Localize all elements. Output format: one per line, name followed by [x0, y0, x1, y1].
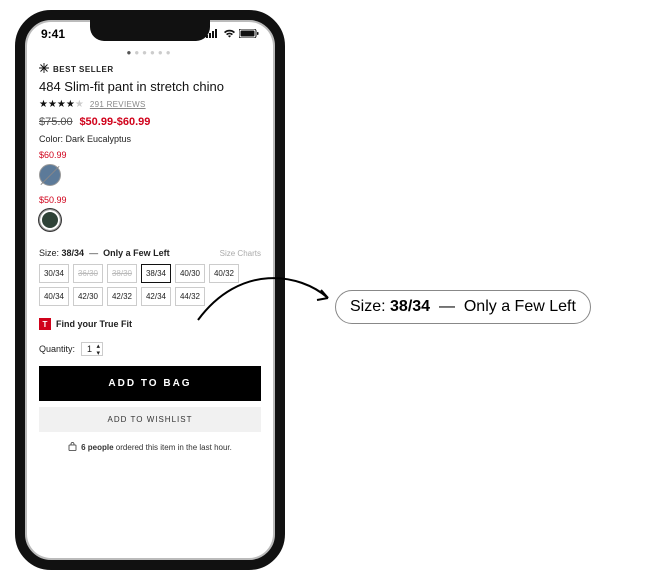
rating-row[interactable]: ★★★★★ 291 REVIEWS [39, 99, 261, 110]
quantity-select[interactable]: 1 ▴▾ [81, 342, 103, 356]
star-rating: ★★★★★ [39, 99, 84, 110]
wifi-icon [223, 27, 236, 41]
status-indicators [206, 27, 259, 41]
size-header-row: Size: 38/34 — Only a Few Left Size Chart… [39, 248, 261, 258]
social-count: 6 people [81, 443, 113, 452]
add-to-bag-button[interactable]: ADD TO BAG [39, 366, 261, 401]
size-option[interactable]: 40/32 [209, 264, 239, 283]
variant-group-1: $50.99 [39, 195, 261, 234]
size-option[interactable]: 44/32 [175, 287, 205, 306]
best-seller-badge: BEST SELLER [39, 63, 261, 75]
quantity-label: Quantity: [39, 344, 75, 354]
callout-size: 38/34 [390, 298, 430, 315]
status-time: 9:41 [41, 27, 65, 41]
color-label: Color: Dark Eucalyptus [39, 134, 261, 144]
variant-group-0: $60.99 [39, 150, 261, 189]
bag-icon [68, 442, 77, 453]
sunburst-icon [39, 63, 49, 75]
sale-price: $50.99-$60.99 [79, 116, 150, 128]
size-option[interactable]: 42/30 [73, 287, 103, 306]
size-option: 36/30 [73, 264, 103, 283]
size-grid: 30/34 36/30 38/30 38/34 40/30 40/32 40/3… [39, 264, 261, 306]
quantity-row: Quantity: 1 ▴▾ [39, 342, 261, 356]
battery-icon [239, 27, 259, 41]
size-option[interactable]: 42/34 [141, 287, 171, 306]
true-fit-label: Find your True Fit [56, 319, 132, 329]
callout-msg: Only a Few Left [464, 298, 576, 315]
size-option[interactable]: 38/34 [141, 264, 171, 283]
best-seller-text: BEST SELLER [53, 65, 114, 74]
size-option[interactable]: 42/32 [107, 287, 137, 306]
true-fit-icon: T [39, 318, 51, 330]
reviews-link[interactable]: 291 REVIEWS [90, 100, 146, 109]
original-price: $75.00 [39, 116, 73, 128]
variant-price-1: $50.99 [39, 195, 261, 205]
social-text: ordered this item in the last hour. [114, 443, 232, 452]
variant-price-0: $60.99 [39, 150, 261, 160]
phone-notch [90, 19, 210, 41]
size-option[interactable]: 30/34 [39, 264, 69, 283]
size-option[interactable]: 40/34 [39, 287, 69, 306]
size-option: 38/30 [107, 264, 137, 283]
price-row: $75.00 $50.99-$60.99 [39, 116, 261, 128]
true-fit-link[interactable]: T Find your True Fit [39, 318, 261, 330]
callout-label: Size: [350, 298, 386, 315]
social-proof: 6 people ordered this item in the last h… [39, 442, 261, 453]
select-arrows-icon: ▴▾ [97, 343, 101, 357]
color-swatch-blue[interactable] [39, 164, 61, 186]
size-option[interactable]: 40/30 [175, 264, 205, 283]
add-to-wishlist-button[interactable]: ADD TO WISHLIST [39, 407, 261, 432]
color-swatch-eucalyptus[interactable] [39, 209, 61, 231]
size-charts-link[interactable]: Size Charts [220, 249, 261, 258]
carousel-dots[interactable]: ●●●●●● [39, 48, 261, 57]
product-screen: ●●●●●● BEST SELLER 484 Slim-fit pant in … [25, 48, 275, 463]
phone-frame: 9:41 ●●●●●● BEST SELLER 484 Slim-fit pan… [15, 10, 285, 570]
product-title: 484 Slim-fit pant in stretch chino [39, 79, 261, 94]
annotation-callout: Size: 38/34 — Only a Few Left [335, 290, 591, 324]
size-label: Size: 38/34 — Only a Few Left [39, 248, 170, 258]
